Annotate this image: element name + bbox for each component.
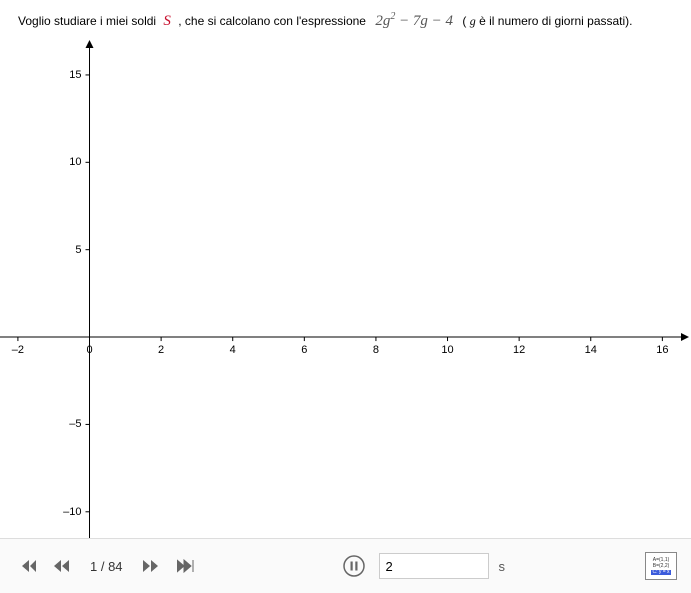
text-suffix: è il numero di giorni passati).	[479, 14, 632, 28]
axis-tick-label: 2	[158, 344, 164, 356]
apps-icon-row: C: y = x	[651, 570, 670, 575]
coordinate-plane[interactable]: –2 0 2 4 6 8 10 12 14 16 –10 –5 5 10 15	[0, 40, 691, 538]
axis-tick-label: 10	[69, 156, 81, 168]
axis-tick-label: 6	[301, 344, 307, 356]
frame-separator: /	[97, 559, 108, 574]
fast-forward-icon	[143, 560, 159, 572]
total-frames: 84	[108, 559, 122, 574]
rewind-icon	[54, 560, 70, 572]
frame-counter: 1 / 84	[84, 559, 129, 574]
playback-toolbar: 1 / 84 s A=(1,1) B=(2,2) C: y = x	[0, 538, 691, 593]
axis-tick-label: 10	[441, 344, 453, 356]
variable-g: g	[470, 14, 476, 28]
axis-tick-label: –10	[63, 506, 81, 518]
speed-unit-label: s	[499, 559, 506, 574]
skip-end-icon	[177, 559, 195, 573]
axis-tick-label: 5	[75, 244, 81, 256]
axis-tick-label: 0	[86, 344, 92, 356]
prev-frame-button[interactable]	[50, 556, 74, 576]
axis-tick-label: 15	[69, 69, 81, 81]
apps-icon-row: A=(1,1)	[653, 558, 670, 563]
problem-statement: Voglio studiare i miei soldi S , che si …	[18, 10, 681, 32]
text-mid1: , che si calcolano con l'espressione	[178, 14, 369, 28]
text-mid2: (	[462, 14, 469, 28]
axis-tick-label: –5	[69, 418, 81, 430]
speed-input[interactable]	[379, 553, 489, 579]
axis-tick-label: 8	[373, 344, 379, 356]
axis-tick-label: 4	[230, 344, 236, 356]
axis-tick-label: 14	[585, 344, 597, 356]
play-pause-button[interactable]	[339, 551, 369, 581]
apps-icon-row: B=(2,2)	[653, 564, 670, 569]
pause-icon	[343, 555, 365, 577]
symbol-S: S	[159, 13, 175, 29]
text-prefix: Voglio studiare i miei soldi	[18, 14, 159, 28]
last-frame-button[interactable]	[173, 555, 199, 577]
views-menu-button[interactable]: A=(1,1) B=(2,2) C: y = x	[645, 552, 677, 580]
axis-tick-label: 12	[513, 344, 525, 356]
axes-svg	[0, 40, 691, 538]
next-frame-button[interactable]	[139, 556, 163, 576]
skip-start-icon	[18, 559, 36, 573]
expression: 2g2 − 7g − 4	[369, 13, 459, 29]
first-frame-button[interactable]	[14, 555, 40, 577]
axis-tick-label: 16	[656, 344, 668, 356]
app-root: Voglio studiare i miei soldi S , che si …	[0, 0, 691, 593]
axis-tick-label: –2	[12, 344, 24, 356]
